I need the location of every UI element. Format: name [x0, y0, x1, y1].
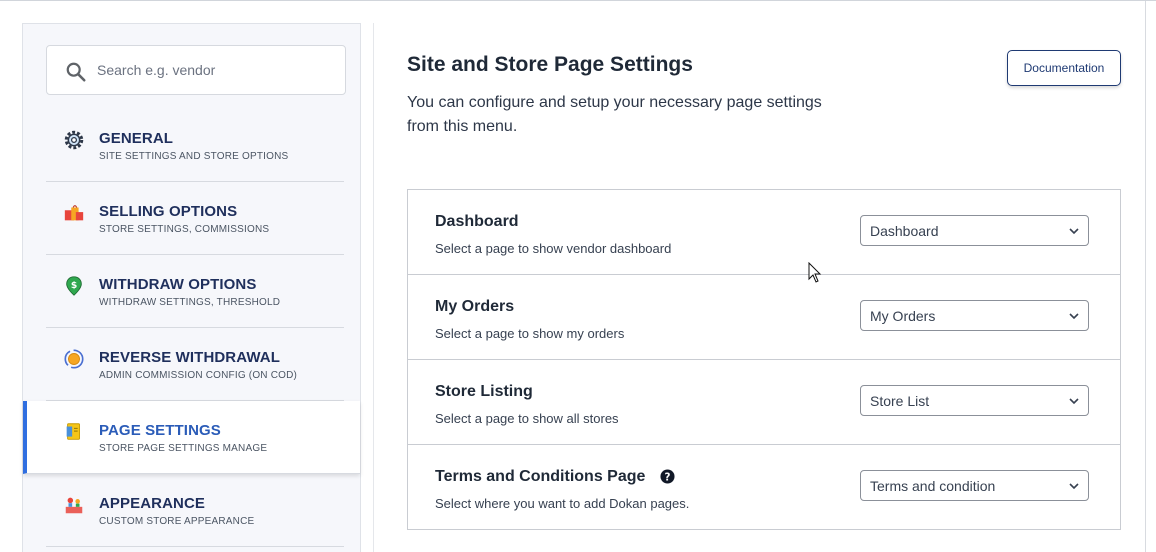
page-icon: [66, 423, 80, 440]
sidebar-item-title: PAGE SETTINGS: [99, 422, 221, 439]
page-settings-list: Dashboard Select a page to show vendor d…: [407, 189, 1121, 530]
select-value: My Orders: [870, 308, 936, 324]
setting-row-terms-and-conditions: Terms and Conditions Page ? Select where…: [408, 445, 1120, 529]
sidebar-item-title: WITHDRAW OPTIONS: [99, 276, 257, 293]
sidebar-item-title: APPEARANCE: [99, 495, 206, 512]
sidebar-item-subtitle: CUSTOM STORE APPEARANCE: [99, 516, 255, 527]
sidebar-item-subtitle: ADMIN COMMISSION CONFIG (ON COD): [99, 370, 298, 381]
setting-description: Select a page to show all stores: [435, 411, 619, 426]
sidebar-item-withdraw-options[interactable]: $ WITHDRAW OPTIONS WITHDRAW SETTINGS, TH…: [46, 255, 344, 328]
search-icon: [66, 62, 86, 82]
question-circle-icon[interactable]: ?: [660, 469, 675, 484]
sidebar-item-title: GENERAL: [99, 130, 174, 147]
chevron-down-icon: [1069, 313, 1079, 320]
setting-description: Select where you want to add Dokan pages…: [435, 496, 690, 511]
chevron-down-icon: [1069, 398, 1079, 405]
terms-page-select[interactable]: Terms and condition: [860, 470, 1089, 501]
sidebar-item-subtitle: SITE SETTINGS AND STORE OPTIONS: [99, 151, 289, 162]
select-value: Dashboard: [870, 223, 939, 239]
sidebar-item-selling-options[interactable]: SELLING OPTIONS STORE SETTINGS, COMMISSI…: [46, 182, 344, 255]
page: GENERAL SITE SETTINGS AND STORE OPTIONS …: [0, 0, 1156, 552]
page-description: You can configure and setup your necessa…: [407, 94, 822, 135]
dashboard-page-select[interactable]: Dashboard: [860, 215, 1089, 246]
gear-icon: [64, 130, 84, 150]
my-orders-page-select[interactable]: My Orders: [860, 300, 1089, 331]
setting-title: Store Listing: [435, 383, 533, 400]
sidebar-item-subtitle: STORE SETTINGS, COMMISSIONS: [99, 224, 270, 235]
setting-row-store-listing: Store Listing Select a page to show all …: [408, 360, 1120, 445]
mouse-cursor-icon: [808, 262, 822, 283]
sidebar-item-reverse-withdrawal[interactable]: REVERSE WITHDRAWAL ADMIN COMMISSION CONF…: [46, 328, 344, 401]
sidebar-item-page-settings[interactable]: PAGE SETTINGS STORE PAGE SETTINGS MANAGE: [23, 401, 360, 474]
setting-title-text: Terms and Conditions Page: [435, 468, 646, 485]
store-listing-page-select[interactable]: Store List: [860, 385, 1089, 416]
settings-sidebar: GENERAL SITE SETTINGS AND STORE OPTIONS …: [22, 23, 361, 552]
page-title: Site and Store Page Settings: [407, 53, 693, 76]
setting-title: Dashboard: [435, 213, 519, 230]
setting-description: Select a page to show vendor dashboard: [435, 241, 672, 256]
search-input[interactable]: [97, 46, 337, 94]
sidebar-item-subtitle: WITHDRAW SETTINGS, THRESHOLD: [99, 297, 281, 308]
select-value: Store List: [870, 393, 930, 409]
sidebar-item-appearance[interactable]: APPEARANCE CUSTOM STORE APPEARANCE: [46, 474, 344, 547]
search-box[interactable]: [46, 45, 346, 95]
setting-title: My Orders: [435, 298, 515, 315]
settings-menu: GENERAL SITE SETTINGS AND STORE OPTIONS …: [23, 109, 360, 547]
chevron-down-icon: [1069, 483, 1079, 490]
documentation-button[interactable]: Documentation: [1007, 50, 1121, 86]
money-pin-icon: $: [66, 276, 82, 296]
shopping-bags-icon: [64, 205, 84, 221]
setting-row-my-orders: My Orders Select a page to show my order…: [408, 275, 1120, 360]
svg-text:?: ?: [664, 472, 670, 484]
sidebar-item-title: SELLING OPTIONS: [99, 203, 238, 220]
setting-row-dashboard: Dashboard Select a page to show vendor d…: [408, 190, 1120, 275]
svg-text:$: $: [71, 280, 77, 291]
setting-title: Terms and Conditions Page ?: [435, 468, 675, 486]
appearance-icon: [65, 497, 83, 514]
sidebar-item-title: REVERSE WITHDRAWAL: [99, 349, 280, 366]
coin-cycle-icon: [64, 349, 84, 369]
sidebar-item-general[interactable]: GENERAL SITE SETTINGS AND STORE OPTIONS: [46, 109, 344, 182]
page-settings-panel: Site and Store Page Settings You can con…: [373, 23, 1146, 552]
select-value: Terms and condition: [870, 478, 996, 494]
sidebar-item-subtitle: STORE PAGE SETTINGS MANAGE: [99, 443, 268, 454]
chevron-down-icon: [1069, 228, 1079, 235]
setting-description: Select a page to show my orders: [435, 326, 625, 341]
